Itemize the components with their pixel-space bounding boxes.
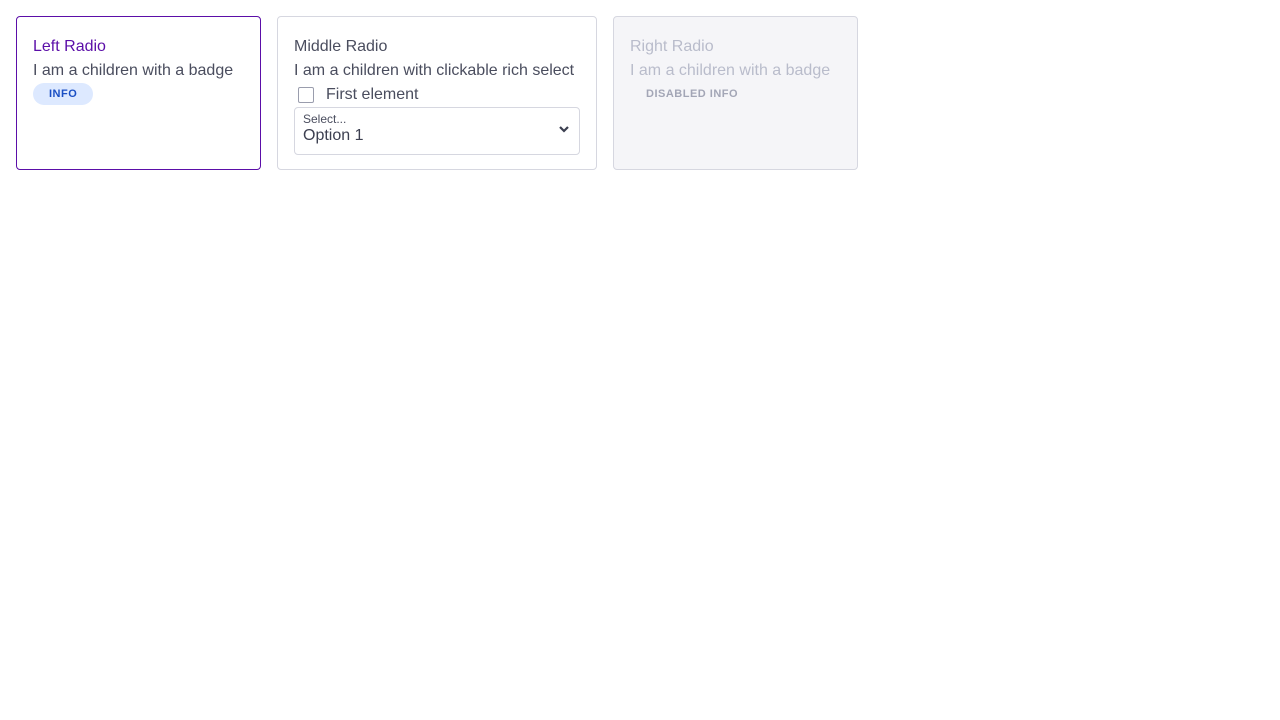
checkbox-label: First element	[326, 86, 419, 103]
card-description: I am a children with clickable rich sele…	[294, 62, 575, 79]
select-label: Select...	[303, 112, 347, 126]
card-description: I am a children with a badge	[630, 62, 831, 79]
select-value: Option 1	[303, 127, 364, 144]
radio-card-left[interactable]: Left Radio I am a children with a badge …	[16, 16, 261, 170]
radio-card-right: Right Radio I am a children with a badge…	[613, 16, 858, 170]
card-title: Middle Radio	[294, 38, 388, 55]
checkbox-box[interactable]	[298, 87, 314, 103]
radio-card-group: Left Radio I am a children with a badge …	[16, 16, 858, 170]
card-title: Right Radio	[630, 38, 714, 55]
disabled-info-badge: DISABLED INFO	[646, 88, 739, 100]
card-description: I am a children with a badge	[33, 62, 234, 79]
rich-select[interactable]: Select... Option 1	[294, 107, 580, 155]
first-element-checkbox[interactable]: First element	[294, 83, 580, 107]
info-badge: INFO	[33, 83, 94, 105]
card-title: Left Radio	[33, 38, 106, 55]
radio-card-middle[interactable]: Middle Radio I am a children with clicka…	[277, 16, 597, 170]
chevron-down-icon	[559, 126, 569, 133]
